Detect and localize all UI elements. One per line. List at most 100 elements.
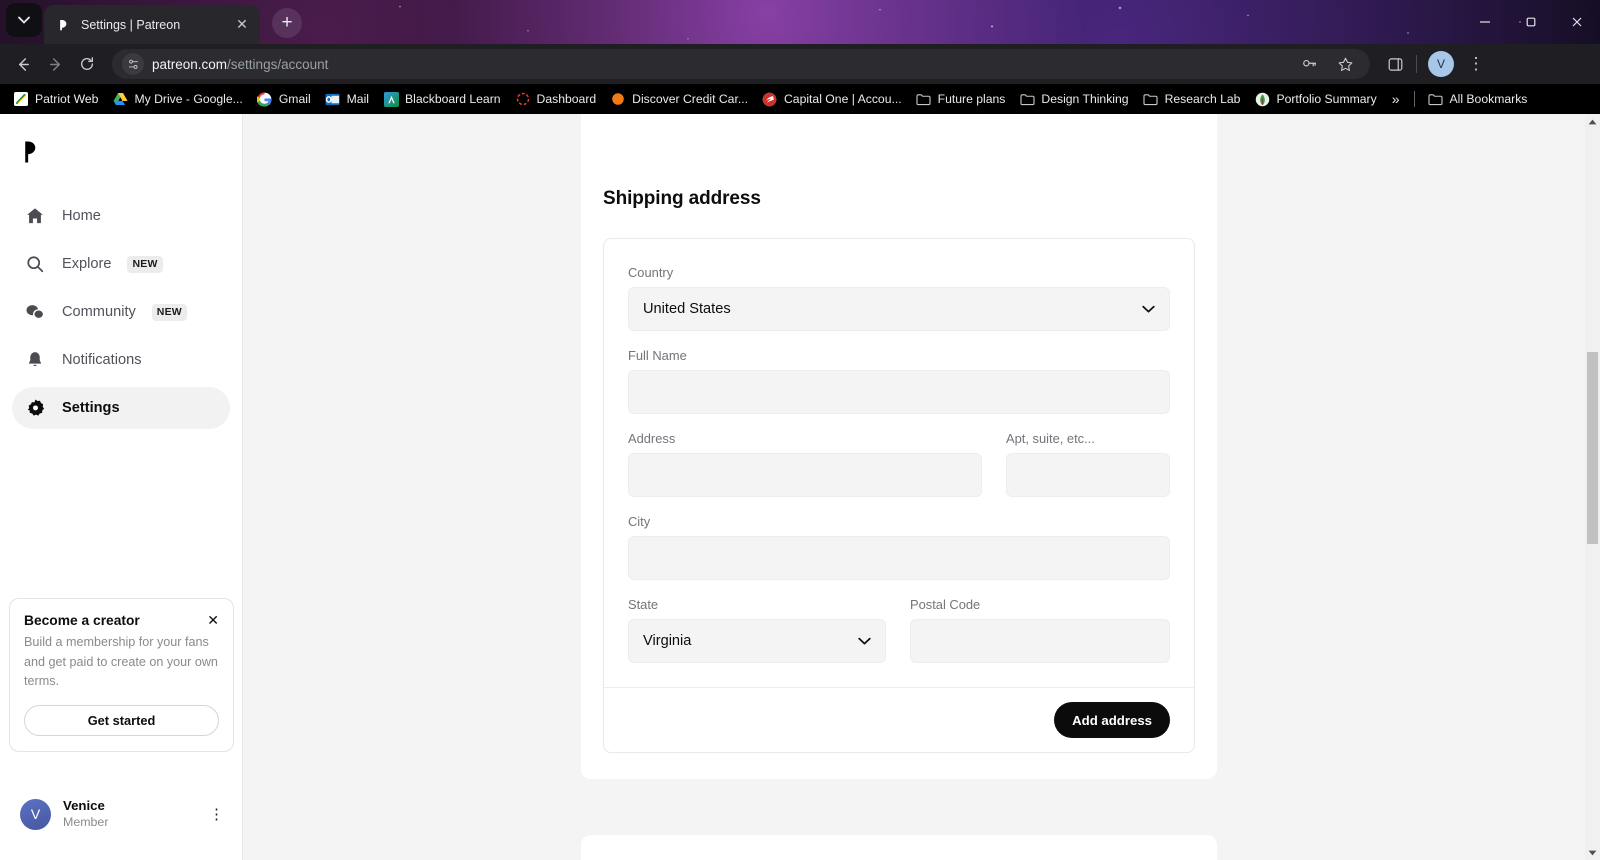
address-label: Address xyxy=(628,431,676,446)
sidebar-item-label: Notifications xyxy=(62,352,142,368)
bookmarks-overflow-button[interactable]: » xyxy=(1384,91,1408,107)
city-input[interactable] xyxy=(628,536,1170,580)
bookmark-portfolio-summary[interactable]: Portfolio Summary xyxy=(1247,87,1383,111)
maximize-button[interactable] xyxy=(1508,0,1554,44)
close-window-button[interactable] xyxy=(1554,0,1600,44)
page-body: Home Explore NEW Community NEW Notificat… xyxy=(0,114,1600,860)
browser-toolbar: patreon.com/settings/account V ⋮ xyxy=(0,44,1600,84)
apt-input[interactable] xyxy=(1006,453,1170,497)
site-settings-icon[interactable] xyxy=(122,53,144,75)
close-icon[interactable]: ✕ xyxy=(232,15,252,35)
bookmark-star-icon[interactable] xyxy=(1330,49,1360,79)
field-state: State Virginia xyxy=(628,597,886,663)
bookmark-label: Patriot Web xyxy=(35,92,99,106)
sidebar-item-notifications[interactable]: Notifications xyxy=(12,339,230,381)
main-content: Shipping address Country United States F… xyxy=(243,114,1600,860)
new-badge: NEW xyxy=(127,255,163,273)
browser-window: Settings | Patreon ✕ + patreon.com/setti… xyxy=(0,0,1600,860)
bookmarks-bar: Patriot Web My Drive - Google... Gmail M… xyxy=(0,84,1600,114)
all-bookmarks-label: All Bookmarks xyxy=(1449,92,1528,106)
url-text: patreon.com/settings/account xyxy=(152,57,328,72)
bookmark-future-plans[interactable]: Future plans xyxy=(909,87,1013,111)
back-button[interactable] xyxy=(8,49,38,79)
bookmark-discover[interactable]: Discover Credit Car... xyxy=(603,87,755,111)
sidebar-item-settings[interactable]: Settings xyxy=(12,387,230,429)
bookmark-my-drive[interactable]: My Drive - Google... xyxy=(105,87,249,111)
chat-bubbles-icon xyxy=(24,301,46,323)
user-role: Member xyxy=(63,814,109,829)
state-value: Virginia xyxy=(643,633,692,649)
home-icon xyxy=(24,205,46,227)
sidebar-nav: Home Explore NEW Community NEW Notificat… xyxy=(0,195,242,429)
scroll-up-arrow-icon[interactable] xyxy=(1585,114,1600,129)
country-value: United States xyxy=(643,301,731,317)
field-full-name: Full Name xyxy=(628,348,1170,414)
scrollbar-thumb[interactable] xyxy=(1587,352,1598,544)
address-input[interactable] xyxy=(628,453,982,497)
bookmark-design-thinking[interactable]: Design Thinking xyxy=(1012,87,1135,111)
browser-tab[interactable]: Settings | Patreon ✕ xyxy=(44,5,260,44)
patreon-logo[interactable] xyxy=(0,114,242,169)
patriot-web-icon xyxy=(13,91,29,107)
bookmark-mail[interactable]: Mail xyxy=(318,87,376,111)
tab-search-button[interactable] xyxy=(6,3,42,37)
search-icon xyxy=(24,253,46,275)
url-domain: patreon.com xyxy=(152,56,228,72)
dashboard-icon xyxy=(515,91,531,107)
outlook-icon xyxy=(325,91,341,107)
bookmark-dashboard[interactable]: Dashboard xyxy=(508,87,604,111)
reload-button[interactable] xyxy=(72,49,102,79)
form-fields: Country United States Full Name Address … xyxy=(604,239,1194,687)
get-started-button[interactable]: Get started xyxy=(24,705,219,736)
field-row-address: Address Apt, suite, etc... xyxy=(628,431,1170,497)
bookmark-capital-one[interactable]: Capital One | Accou... xyxy=(755,87,909,111)
sidebar-item-home[interactable]: Home xyxy=(12,195,230,237)
bookmark-patriot-web[interactable]: Patriot Web xyxy=(6,87,105,111)
bookmark-gmail[interactable]: Gmail xyxy=(250,87,318,111)
blackboard-icon xyxy=(383,91,399,107)
user-name: Venice xyxy=(63,798,105,813)
bookmark-label: Research Lab xyxy=(1164,92,1241,106)
chevron-down-icon xyxy=(1142,302,1155,316)
address-bar[interactable]: patreon.com/settings/account xyxy=(112,49,1370,79)
apt-label: Apt, suite, etc... xyxy=(1006,431,1095,446)
toolbar-divider xyxy=(1416,55,1417,73)
country-select[interactable]: United States xyxy=(628,287,1170,331)
user-menu-icon[interactable]: ⋮ xyxy=(209,805,224,823)
city-label: City xyxy=(628,514,651,529)
postal-code-input[interactable] xyxy=(910,619,1170,663)
state-select[interactable]: Virginia xyxy=(628,619,886,663)
user-row[interactable]: V Venice Member ⋮ xyxy=(20,798,224,830)
sidebar-item-community[interactable]: Community NEW xyxy=(12,291,230,333)
forward-button[interactable] xyxy=(40,49,70,79)
add-address-button[interactable]: Add address xyxy=(1054,702,1170,738)
profile-avatar[interactable]: V xyxy=(1428,51,1454,77)
field-country: Country United States xyxy=(628,265,1170,331)
page-scrollbar[interactable] xyxy=(1585,114,1600,860)
sidebar-item-explore[interactable]: Explore NEW xyxy=(12,243,230,285)
side-panel-icon[interactable] xyxy=(1380,49,1410,79)
bookmark-blackboard-learn[interactable]: Blackboard Learn xyxy=(376,87,508,111)
new-tab-button[interactable]: + xyxy=(272,8,302,38)
shipping-address-card-inner: Shipping address Country United States F… xyxy=(581,160,1217,779)
country-label: Country xyxy=(628,265,674,280)
card-below-partial xyxy=(581,835,1217,860)
shipping-address-card: Shipping address Country United States F… xyxy=(581,160,1217,779)
bookmark-research-lab[interactable]: Research Lab xyxy=(1136,87,1248,111)
folder-icon xyxy=(916,91,932,107)
tab-title: Settings | Patreon xyxy=(81,17,181,32)
close-icon[interactable]: ✕ xyxy=(207,613,219,627)
bookmark-label: Gmail xyxy=(278,92,311,106)
sidebar: Home Explore NEW Community NEW Notificat… xyxy=(0,114,243,860)
all-bookmarks-button[interactable]: All Bookmarks xyxy=(1421,87,1535,111)
user-info: Venice Member xyxy=(63,798,108,830)
minimize-button[interactable] xyxy=(1462,0,1508,44)
passkey-icon[interactable] xyxy=(1294,49,1324,79)
patreon-favicon-icon xyxy=(56,17,72,33)
google-drive-icon xyxy=(112,91,128,107)
scroll-down-arrow-icon[interactable] xyxy=(1585,845,1600,860)
avatar: V xyxy=(20,798,51,830)
chrome-menu-icon[interactable]: ⋮ xyxy=(1461,49,1491,79)
full-name-input[interactable] xyxy=(628,370,1170,414)
creator-card-header: Become a creator ✕ xyxy=(24,613,219,628)
